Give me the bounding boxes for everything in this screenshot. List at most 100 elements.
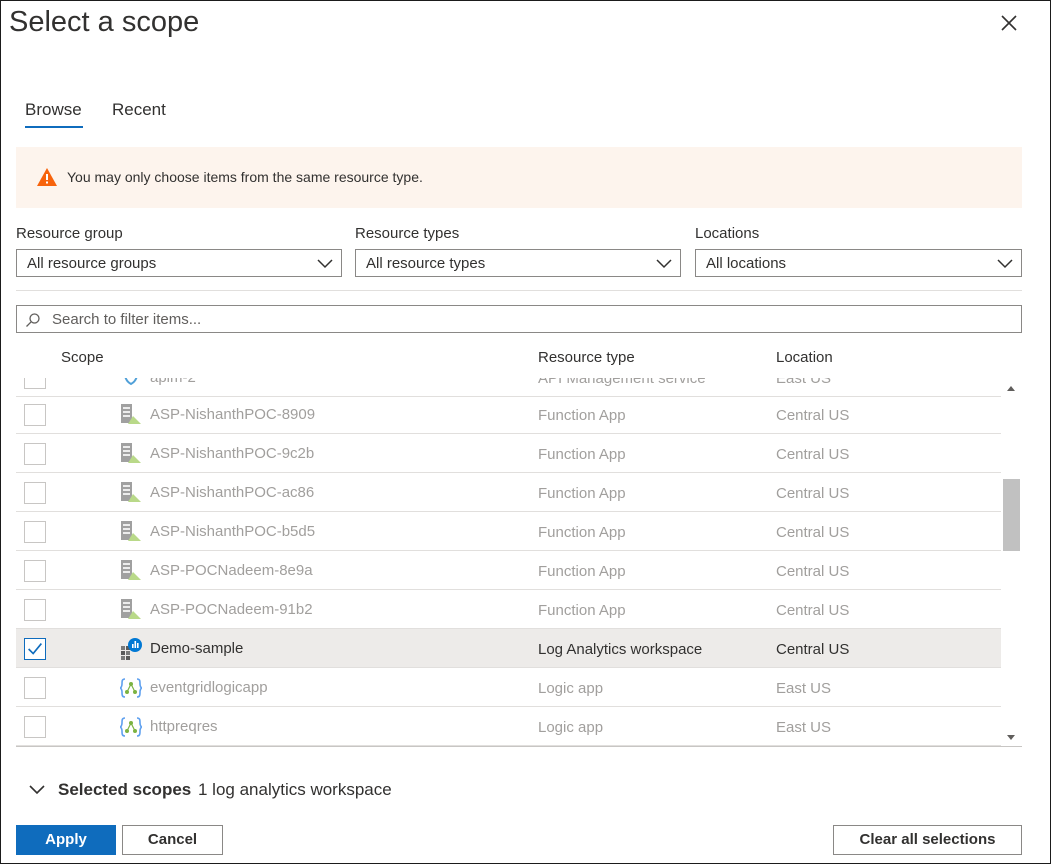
tab-recent[interactable]: Recent bbox=[112, 97, 166, 123]
search-box bbox=[16, 305, 1022, 333]
locations-value: All locations bbox=[706, 255, 787, 272]
row-checkbox[interactable] bbox=[24, 716, 46, 738]
row-checkbox[interactable] bbox=[24, 521, 46, 543]
row-location: Central US bbox=[776, 446, 850, 463]
app-service-plan-icon bbox=[121, 482, 141, 502]
chevron-down-icon bbox=[656, 259, 672, 269]
row-scope-name: httpreqres bbox=[150, 718, 218, 735]
row-checkbox[interactable] bbox=[24, 482, 46, 504]
checkmark-icon bbox=[28, 643, 42, 655]
row-resource-type: Function App bbox=[538, 407, 626, 424]
resource-group-value: All resource groups bbox=[27, 255, 157, 272]
row-resource-type: Function App bbox=[538, 602, 626, 619]
apply-button[interactable]: Apply bbox=[16, 825, 116, 855]
app-service-plan-icon bbox=[121, 599, 141, 619]
row-scope-name: ASP-NishanthPOC-8909 bbox=[150, 406, 316, 423]
row-resource-type: Function App bbox=[538, 524, 626, 541]
warning-banner: You may only choose items from the same … bbox=[16, 147, 1022, 208]
logic-app-icon bbox=[119, 678, 143, 698]
row-location: Central US bbox=[776, 407, 850, 424]
row-scope-name: apim-2 bbox=[150, 378, 196, 388]
column-header-scope[interactable]: Scope bbox=[61, 348, 104, 368]
scope-grid: apim-2 API Management service East US AS… bbox=[16, 378, 1001, 747]
row-resource-type: Function App bbox=[538, 446, 626, 463]
locations-dropdown[interactable]: All locations bbox=[695, 249, 1022, 277]
row-checkbox[interactable] bbox=[24, 378, 46, 389]
selected-scopes-label[interactable]: Selected scopes bbox=[58, 779, 191, 801]
table-row[interactable]: ASP-POCNadeem-8e9a Function App Central … bbox=[16, 551, 1001, 590]
log-analytics-icon bbox=[121, 638, 142, 660]
row-location: East US bbox=[776, 680, 832, 697]
row-checkbox-checked[interactable] bbox=[24, 638, 46, 660]
warning-icon bbox=[37, 168, 57, 186]
logic-app-icon bbox=[119, 717, 143, 737]
close-icon[interactable] bbox=[997, 11, 1021, 35]
row-location: Central US bbox=[776, 602, 850, 619]
column-header-location[interactable]: Location bbox=[776, 348, 833, 368]
app-service-plan-icon bbox=[121, 521, 141, 541]
scroll-up-arrow-icon[interactable] bbox=[1007, 386, 1015, 391]
table-row[interactable]: ASP-NishanthPOC-ac86 Function App Centra… bbox=[16, 473, 1001, 512]
resource-group-label: Resource group bbox=[16, 225, 123, 242]
cancel-button[interactable]: Cancel bbox=[122, 825, 223, 855]
dialog-title: Select a scope bbox=[9, 6, 200, 38]
app-service-plan-icon bbox=[121, 443, 141, 463]
row-resource-type: Function App bbox=[538, 485, 626, 502]
row-checkbox[interactable] bbox=[24, 560, 46, 582]
row-resource-type: Log Analytics workspace bbox=[538, 641, 703, 658]
divider bbox=[16, 290, 1022, 291]
row-scope-name: ASP-NishanthPOC-ac86 bbox=[150, 484, 315, 501]
table-row[interactable]: eventgridlogicapp Logic app East US bbox=[16, 668, 1001, 707]
row-scope-name: ASP-NishanthPOC-9c2b bbox=[150, 445, 315, 462]
search-input[interactable] bbox=[52, 309, 1002, 329]
table-row[interactable]: ASP-NishanthPOC-8909 Function App Centra… bbox=[16, 395, 1001, 434]
resource-group-dropdown[interactable]: All resource groups bbox=[16, 249, 342, 277]
row-checkbox[interactable] bbox=[24, 677, 46, 699]
row-location: East US bbox=[776, 719, 832, 736]
row-scope-name: ASP-POCNadeem-8e9a bbox=[150, 562, 313, 579]
search-icon bbox=[26, 313, 40, 327]
chevron-down-icon bbox=[997, 259, 1013, 269]
row-location: Central US bbox=[776, 641, 850, 658]
active-tab-indicator bbox=[25, 126, 83, 128]
tab-browse[interactable]: Browse bbox=[25, 97, 82, 123]
row-checkbox[interactable] bbox=[24, 443, 46, 465]
clear-all-selections-button[interactable]: Clear all selections bbox=[833, 825, 1022, 855]
table-row[interactable]: httpreqres Logic app East US bbox=[16, 707, 1001, 746]
row-checkbox[interactable] bbox=[24, 599, 46, 621]
table-row-selected[interactable]: Demo-sample Log Analytics workspace Cent… bbox=[16, 629, 1001, 668]
resource-types-label: Resource types bbox=[355, 225, 460, 242]
table-row[interactable]: ASP-NishanthPOC-b5d5 Function App Centra… bbox=[16, 512, 1001, 551]
row-location: Central US bbox=[776, 563, 850, 580]
resource-types-dropdown[interactable]: All resource types bbox=[355, 249, 681, 277]
chevron-down-icon bbox=[317, 259, 333, 269]
column-header-resource-type[interactable]: Resource type bbox=[538, 348, 635, 368]
select-scope-dialog: Select a scope Browse Recent You may onl… bbox=[0, 0, 1051, 864]
api-management-icon bbox=[124, 378, 138, 386]
row-checkbox[interactable] bbox=[24, 404, 46, 426]
row-scope-name: ASP-POCNadeem-91b2 bbox=[150, 601, 313, 618]
resource-types-value: All resource types bbox=[366, 255, 486, 272]
grid-scrollbar[interactable] bbox=[1002, 378, 1022, 747]
row-location: Central US bbox=[776, 524, 850, 541]
warning-message: You may only choose items from the same … bbox=[67, 169, 423, 185]
row-scope-name: eventgridlogicapp bbox=[150, 679, 268, 696]
divider bbox=[16, 746, 1022, 747]
app-service-plan-icon bbox=[121, 560, 141, 580]
table-row[interactable]: ASP-NishanthPOC-9c2b Function App Centra… bbox=[16, 434, 1001, 473]
scroll-down-arrow-icon[interactable] bbox=[1007, 735, 1015, 740]
app-service-plan-icon bbox=[121, 404, 141, 424]
row-location: Central US bbox=[776, 485, 850, 502]
chevron-down-icon[interactable] bbox=[27, 780, 47, 800]
row-resource-type: Logic app bbox=[538, 680, 604, 697]
row-resource-type: API Management service bbox=[538, 378, 706, 387]
row-location: East US bbox=[776, 378, 832, 387]
selected-scopes-summary: 1 log analytics workspace bbox=[198, 780, 392, 799]
row-resource-type: Logic app bbox=[538, 719, 604, 736]
locations-label: Locations bbox=[695, 225, 760, 242]
scrollbar-thumb[interactable] bbox=[1003, 479, 1020, 551]
table-row[interactable]: ASP-POCNadeem-91b2 Function App Central … bbox=[16, 590, 1001, 629]
row-resource-type: Function App bbox=[538, 563, 626, 580]
row-scope-name: Demo-sample bbox=[150, 640, 244, 657]
row-scope-name: ASP-NishanthPOC-b5d5 bbox=[150, 523, 316, 540]
